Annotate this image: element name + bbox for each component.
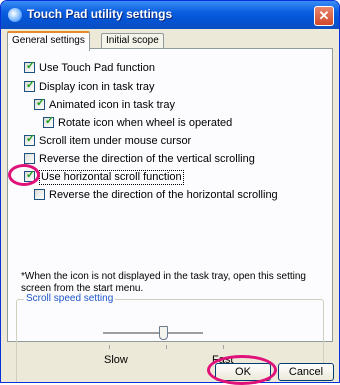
option-label: Display icon in task tray [39,81,155,93]
check-icon: ✓ [25,133,36,145]
checkbox-use-touch-pad[interactable]: ✓ [24,60,36,73]
check-icon: ✓ [25,60,36,72]
check-icon: ✓ [44,115,55,127]
check-icon: ✓ [35,97,46,109]
checkbox-reverse-vertical-scrolling[interactable] [24,153,35,164]
slider-tick [166,345,167,349]
option-label: Reverse the direction of the horizontal … [49,189,278,201]
window-title: Touch Pad utility settings [27,7,173,21]
checkbox-display-icon-tray[interactable]: ✓ [24,79,36,92]
touchpad-app-icon [8,8,22,22]
slow-label: Slow [104,354,128,366]
scroll-speed-slider-thumb[interactable] [158,326,168,340]
check-icon: ✓ [25,79,36,91]
option-label: Reverse the direction of the vertical sc… [39,153,255,165]
option-label: Animated icon in task tray [49,99,175,111]
cancel-button[interactable]: Cancel [278,363,334,381]
general-settings-panel: ✓ Use Touch Pad function ✓ Display icon … [7,48,333,382]
scroll-speed-title: Scroll speed setting [24,293,116,304]
checkbox-animated-icon[interactable]: ✓ [34,97,46,110]
start-menu-note: *When the icon is not displayed in the t… [21,271,306,294]
slider-tick [223,345,224,349]
tab-general-settings[interactable]: General settings [7,31,90,51]
option-label: Use horizontal scroll function [39,170,184,185]
tab-initial-scope[interactable]: Initial scope [101,33,164,48]
highlight-oval-checkbox [8,164,40,186]
highlight-oval-ok-button [207,355,277,385]
title-bar[interactable]: Touch Pad utility settings ✕ [1,1,339,29]
option-label: Rotate icon when wheel is operated [58,117,233,129]
checkbox-reverse-horizontal-scrolling[interactable] [34,189,45,200]
checkbox-rotate-icon[interactable]: ✓ [43,115,55,128]
settings-window: Touch Pad utility settings ✕ General set… [0,0,340,383]
option-label: Scroll item under mouse cursor [39,135,192,147]
option-label: Use Touch Pad function [39,62,155,74]
close-button[interactable]: ✕ [314,6,334,26]
scroll-speed-slider-track[interactable] [103,332,203,335]
checkbox-scroll-item-under-cursor[interactable]: ✓ [24,133,36,146]
close-icon: ✕ [318,8,330,23]
slider-tick [109,345,110,349]
